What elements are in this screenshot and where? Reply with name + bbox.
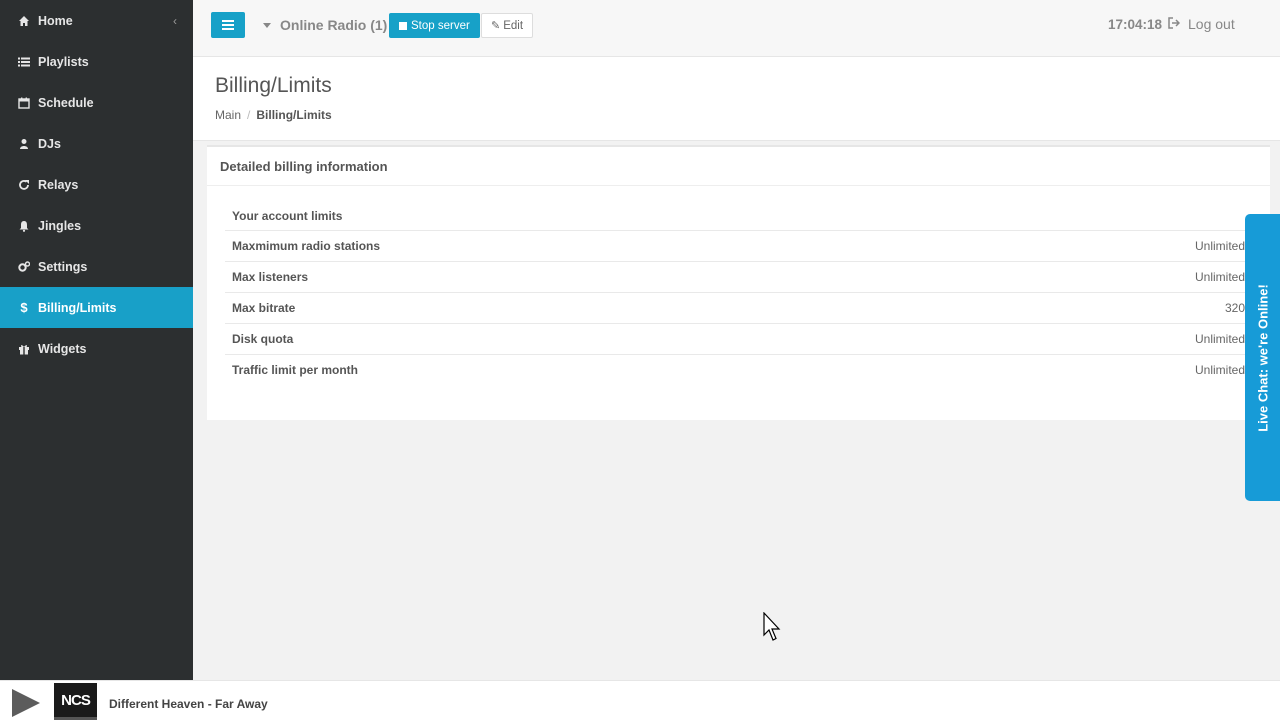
sidebar-item-label: Billing/Limits — [38, 300, 117, 315]
sidebar-item-label: Playlists — [38, 54, 89, 69]
table-header: Your account limits — [225, 201, 1252, 230]
breadcrumb-separator: / — [247, 108, 251, 122]
sidebar-item-label: Relays — [38, 177, 79, 192]
logout-link[interactable]: Log out — [1168, 16, 1235, 32]
limit-value: Unlimited — [1194, 332, 1245, 346]
sidebar-item-label: Schedule — [38, 95, 94, 110]
sign-out-icon — [1168, 16, 1181, 32]
sidebar-item-label: Settings — [38, 259, 88, 274]
table-row: Maxmimum radio stations Unlimited — [225, 230, 1252, 261]
limit-label: Max listeners — [232, 270, 309, 284]
audio-player: NCS Different Heaven - Far Away — [0, 680, 1280, 720]
gears-icon — [18, 260, 30, 273]
mouse-cursor-icon — [763, 612, 781, 641]
caret-down-icon — [263, 22, 271, 28]
stop-server-label: Stop server — [411, 19, 470, 32]
collapse-sidebar-icon[interactable]: ‹ — [173, 14, 177, 28]
edit-button[interactable]: ✎ Edit — [481, 13, 534, 38]
pencil-icon: ✎ — [491, 20, 501, 32]
table-row: Max bitrate 320 — [225, 292, 1252, 323]
sidebar-item-djs[interactable]: DJs — [0, 123, 193, 164]
page-title: Billing/Limits — [215, 74, 332, 97]
billing-panel: Detailed billing information Your accoun… — [207, 145, 1270, 420]
bell-icon — [18, 220, 30, 232]
gift-icon — [18, 343, 30, 355]
limit-label: Max bitrate — [232, 301, 296, 315]
list-icon — [18, 56, 30, 68]
clock: 17:04:18 — [1108, 17, 1163, 32]
breadcrumb-current: Billing/Limits — [256, 108, 332, 122]
sidebar-item-jingles[interactable]: Jingles — [0, 205, 193, 246]
sidebar-item-relays[interactable]: Relays — [0, 164, 193, 205]
dollar-icon: $ — [20, 300, 28, 315]
sidebar-item-billing-limits[interactable]: $ Billing/Limits — [0, 287, 193, 328]
limit-label: Traffic limit per month — [232, 363, 359, 377]
sidebar-item-label: Home — [38, 13, 73, 28]
limit-label: Disk quota — [232, 332, 294, 346]
breadcrumb-main-link[interactable]: Main — [215, 108, 241, 122]
sidebar-item-label: Jingles — [38, 218, 82, 233]
sidebar-item-playlists[interactable]: Playlists — [0, 41, 193, 82]
table-row: Max listeners Unlimited — [225, 261, 1252, 292]
stop-icon — [399, 21, 407, 30]
live-chat-label: Live Chat: we're Online! — [1255, 283, 1270, 432]
sidebar-item-schedule[interactable]: Schedule — [0, 82, 193, 123]
sidebar-item-home[interactable]: Home ‹ — [0, 0, 193, 41]
play-icon[interactable] — [12, 689, 40, 717]
radio-selector-label: Online Radio (1) — [280, 17, 388, 33]
sidebar-item-label: DJs — [38, 136, 61, 151]
breadcrumb: Main / Billing/Limits — [215, 108, 332, 122]
track-title: Different Heaven - Far Away — [109, 697, 268, 711]
menu-toggle-button[interactable] — [211, 12, 245, 38]
limit-value: Unlimited — [1194, 239, 1245, 253]
limits-table: Your account limits Maxmimum radio stati… — [225, 201, 1252, 385]
refresh-icon — [18, 179, 30, 191]
limit-value: Unlimited — [1194, 363, 1245, 377]
live-chat-tab[interactable]: Live Chat: we're Online! — [1245, 214, 1280, 501]
stop-server-button[interactable]: Stop server — [389, 13, 480, 38]
limit-value: 320 — [1224, 301, 1245, 315]
page-header: Billing/Limits Main / Billing/Limits — [193, 57, 1280, 141]
top-bar: Online Radio (1) Stop server ✎ Edit 17:0… — [193, 0, 1280, 57]
sidebar-item-label: Widgets — [38, 341, 87, 356]
panel-heading: Detailed billing information — [207, 147, 1270, 186]
sidebar-item-settings[interactable]: Settings — [0, 246, 193, 287]
edit-label: Edit — [503, 19, 524, 32]
table-row: Traffic limit per month Unlimited — [225, 354, 1252, 385]
sidebar-item-widgets[interactable]: Widgets — [0, 328, 193, 369]
table-row: Disk quota Unlimited — [225, 323, 1252, 354]
hamburger-icon — [222, 20, 234, 30]
album-cover: NCS — [54, 683, 97, 720]
home-icon — [18, 15, 30, 27]
logout-label: Log out — [1188, 16, 1235, 32]
sidebar: Home ‹ Playlists Schedule DJs Relays Jin… — [0, 0, 193, 680]
user-icon — [18, 138, 30, 150]
radio-selector-dropdown[interactable]: Online Radio (1) — [263, 17, 387, 33]
limit-label: Maxmimum radio stations — [232, 239, 381, 253]
calendar-icon — [18, 97, 30, 109]
limit-value: Unlimited — [1194, 270, 1245, 284]
table-header-label: Your account limits — [232, 208, 343, 223]
